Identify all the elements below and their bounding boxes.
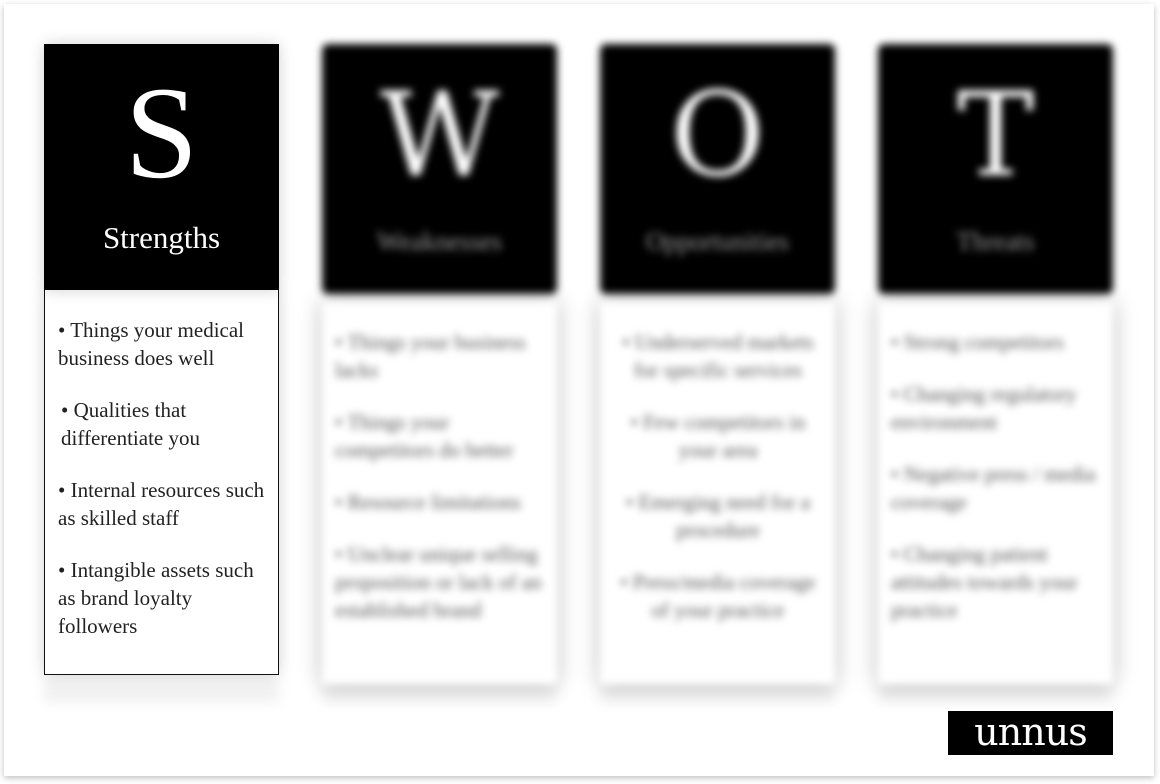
list-item: • Press/media coverage of your practice (620, 570, 816, 622)
list-item: • Changing regulatory environment (891, 382, 1077, 434)
opportunities-letter: O (669, 68, 766, 203)
list-item: • Negative press / media coverage (891, 462, 1096, 514)
weaknesses-letter: W (379, 68, 500, 203)
list-item: • Few competitors in your area (630, 410, 806, 462)
list-item: • Strong competitors (891, 330, 1065, 354)
swot-column-opportunities: O Opportunities • Underserved markets fo… (600, 44, 835, 684)
strengths-letter: S (124, 59, 199, 206)
weaknesses-header: W Weaknesses (322, 44, 557, 294)
list-item: • Changing patient attitudes towards you… (891, 542, 1078, 622)
threats-list: • Strong competitors • Changing regulato… (878, 302, 1113, 684)
list-item: • Resource limitations (335, 490, 521, 514)
list-item: • Qualities that differentiate you (61, 398, 200, 450)
list-item: • Underserved markets for specific servi… (622, 330, 814, 382)
strengths-header: S Strengths (44, 44, 279, 290)
list-item: • Unclear unique selling proposition or … (335, 542, 542, 622)
list-item: • Internal resources such as skilled sta… (58, 478, 265, 530)
swot-column-strengths: S Strengths • Things your medical busine… (44, 44, 279, 675)
weaknesses-heading: Weaknesses (377, 227, 502, 256)
strengths-heading: Strengths (102, 220, 221, 255)
opportunities-list: • Underserved markets for specific servi… (600, 302, 835, 684)
threats-heading: Threats (956, 227, 1035, 256)
list-item: • Intangible assets such as brand loyalt… (58, 558, 254, 638)
strengths-list: • Things your medical business does well… (44, 290, 279, 675)
swot-column-threats: T Threats • Strong competitors • Changin… (878, 44, 1113, 684)
weaknesses-list: • Things your business lacks • Things yo… (322, 302, 557, 684)
threats-header: T Threats (878, 44, 1113, 294)
list-item: • Things your competitors do better (335, 410, 514, 462)
threats-letter: T (956, 68, 1035, 203)
column-shadow (44, 680, 279, 702)
unnus-logo: unnus (948, 711, 1113, 755)
swot-column-weaknesses: W Weaknesses • Things your business lack… (322, 44, 557, 684)
opportunities-heading: Opportunities (646, 227, 789, 256)
list-item: • Things your medical business does well (58, 318, 245, 370)
list-item: • Emerging need for a procedure (625, 490, 811, 542)
opportunities-header: O Opportunities (600, 44, 835, 294)
list-item: • Things your business lacks (335, 330, 526, 382)
